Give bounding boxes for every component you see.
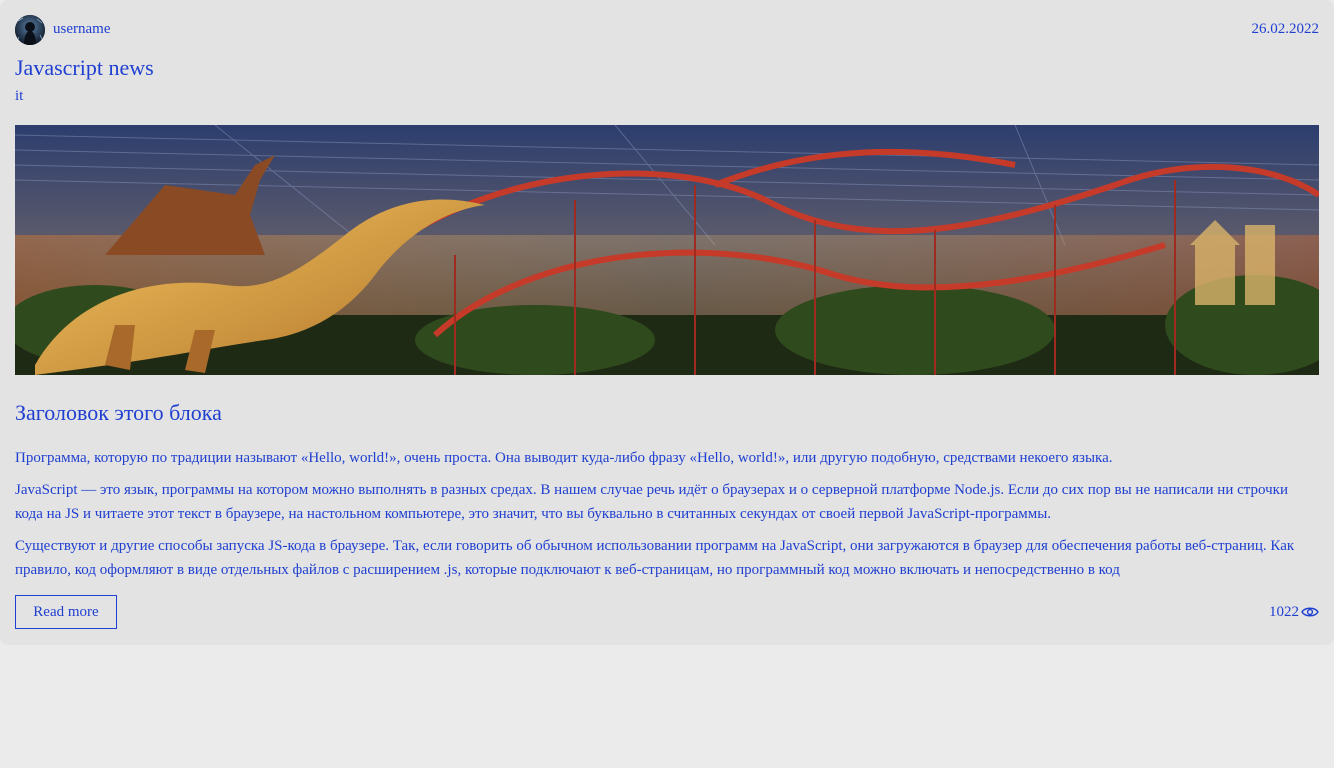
author-username-link[interactable]: username bbox=[53, 21, 110, 38]
views-count: 1022 bbox=[1269, 603, 1299, 620]
post-header: username 26.02.2022 bbox=[15, 15, 1319, 45]
post-paragraph: Программа, которую по традиции называют … bbox=[15, 450, 1113, 466]
post-card: username 26.02.2022 Javascript news it З… bbox=[0, 0, 1334, 645]
views-counter: 1022 bbox=[1269, 602, 1319, 622]
theme-park-photo bbox=[15, 125, 1319, 375]
post-title[interactable]: Javascript news bbox=[15, 55, 154, 81]
block-title: Заголовок этого блока bbox=[15, 400, 222, 425]
post-body: Программа, которую по традиции называют … bbox=[15, 446, 1319, 582]
post-paragraph: JavaScript — это язык, программы на кото… bbox=[15, 482, 1288, 522]
read-more-button[interactable]: Read more bbox=[15, 595, 117, 629]
eye-icon bbox=[1301, 607, 1319, 617]
avatar[interactable] bbox=[15, 15, 45, 45]
post-tag[interactable]: it bbox=[15, 88, 23, 105]
post-paragraph: Существуют и другие способы запуска JS-к… bbox=[15, 538, 1295, 578]
avatar-image bbox=[15, 15, 45, 45]
post-date: 26.02.2022 bbox=[1251, 21, 1320, 37]
post-image bbox=[15, 125, 1319, 375]
